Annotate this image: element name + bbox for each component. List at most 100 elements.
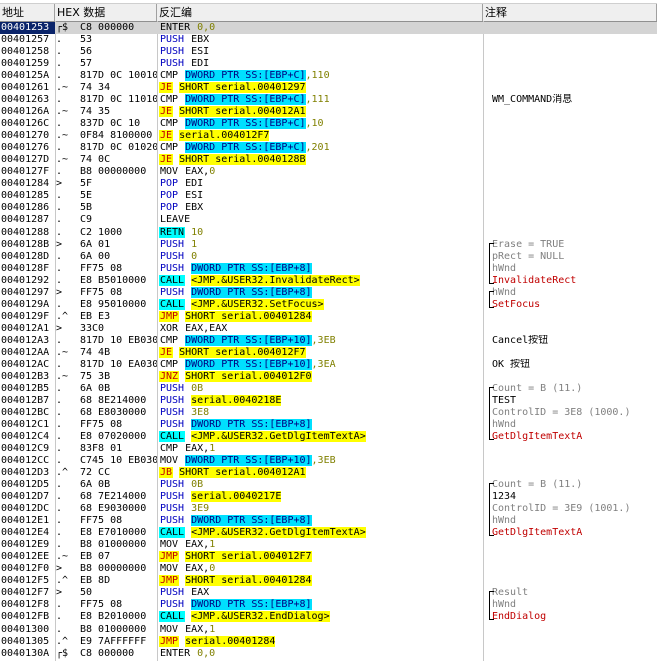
row-hex-bytes[interactable]: 817D 0C 11010 xyxy=(80,94,157,106)
instruction-row[interactable]: 004012C1. FF75 08 PUSH DWORD PTR SS:[EBP+8… xyxy=(0,418,657,431)
row-address[interactable]: 004012F5 xyxy=(0,575,55,587)
row-address[interactable]: 00401288 xyxy=(0,227,55,239)
instruction-row[interactable]: 0040126C. 837D 0C 10 CMP DWORD PTR SS:[EBP… xyxy=(0,118,657,130)
row-address[interactable]: 00401258 xyxy=(0,46,55,58)
row-hex-bytes[interactable]: 5B xyxy=(80,202,157,214)
row-disassembly[interactable]: CMP DWORD PTR SS:[EBP+C],111 xyxy=(159,94,482,106)
row-hex-bytes[interactable]: 817D 0C 01020 xyxy=(80,142,157,154)
instruction-row[interactable]: 004012E4. E8 E7010000 CALL <JMP.&USER32.Ge… xyxy=(0,527,657,539)
row-disassembly[interactable]: JE SHORT serial.004012F7 xyxy=(159,346,482,359)
row-disassembly[interactable]: PUSH 3E9 xyxy=(159,503,482,515)
row-hex-bytes[interactable]: 74 34 xyxy=(80,82,157,94)
row-disassembly[interactable]: POP ESI xyxy=(159,190,482,202)
row-hex-bytes[interactable]: 57 xyxy=(80,58,157,70)
row-disassembly[interactable]: JE serial.004012F7 xyxy=(159,130,482,142)
row-address[interactable]: 00401261 xyxy=(0,82,55,94)
row-hex-bytes[interactable]: B8 00000000 xyxy=(80,166,157,178)
row-address[interactable]: 0040128B xyxy=(0,239,55,251)
row-disassembly[interactable]: PUSH EAX xyxy=(159,587,482,599)
row-hex-bytes[interactable]: 6A 01 xyxy=(80,239,157,251)
instruction-row[interactable]: 004012F7 >50 PUSH EAX Result xyxy=(0,587,657,599)
row-disassembly[interactable]: CMP EAX,1 xyxy=(159,443,482,455)
instruction-row[interactable]: 0040129A. E8 95010000 CALL <JMP.&USER32.Se… xyxy=(0,298,657,311)
row-hex-bytes[interactable]: E8 95010000 xyxy=(80,299,157,311)
row-comment[interactable]: WM_COMMAND消息 xyxy=(492,94,657,106)
row-hex-bytes[interactable]: 74 4B xyxy=(80,347,157,359)
row-disassembly[interactable]: PUSH 1 xyxy=(159,239,482,251)
row-address[interactable]: 0040130A xyxy=(0,648,55,660)
instruction-row[interactable]: 004012EE .~ EB 07 JMP SHORT serial.004012F7 xyxy=(0,551,657,563)
row-address[interactable]: 004012A3 xyxy=(0,335,55,347)
row-disassembly[interactable]: LEAVE xyxy=(159,214,482,226)
row-address[interactable]: 00401287 xyxy=(0,214,55,226)
row-disassembly[interactable]: CMP DWORD PTR SS:[EBP+C],110 xyxy=(159,70,482,82)
row-disassembly[interactable]: JMP SHORT serial.00401284 xyxy=(159,310,482,323)
row-hex-bytes[interactable]: 6A 0B xyxy=(80,479,157,491)
row-hex-bytes[interactable]: 68 7E214000 xyxy=(80,491,157,503)
instruction-row[interactable]: 004012A1 >33C0 XOR EAX,EAX xyxy=(0,323,657,335)
row-address[interactable]: 004012D3 xyxy=(0,467,55,479)
row-disassembly[interactable]: CALL <JMP.&USER32.EndDialog> xyxy=(159,611,482,623)
row-address[interactable]: 004012C4 xyxy=(0,431,55,443)
row-disassembly[interactable]: MOV EAX,0 xyxy=(159,563,482,575)
row-address[interactable]: 004012B3 xyxy=(0,371,55,383)
row-disassembly[interactable]: CMP DWORD PTR SS:[EBP+C],201 xyxy=(159,142,482,154)
instruction-row[interactable]: 00401259. 57 PUSH EDI xyxy=(0,58,657,70)
row-comment[interactable]: EndDialog xyxy=(492,611,657,623)
row-hex-bytes[interactable]: B8 01000000 xyxy=(80,624,157,636)
row-hex-bytes[interactable]: FF75 08 xyxy=(80,599,157,611)
row-address[interactable]: 004012F0 xyxy=(0,563,55,575)
row-disassembly[interactable]: MOV EAX,1 xyxy=(159,624,482,636)
row-disassembly[interactable]: JE SHORT serial.00401297 xyxy=(159,82,482,94)
row-disassembly[interactable]: MOV EAX,1 xyxy=(159,539,482,551)
instruction-row[interactable]: 004012F8. FF75 08 PUSH DWORD PTR SS:[EBP+8… xyxy=(0,599,657,611)
row-comment[interactable]: ControlID = 3E9 (1001.) xyxy=(492,503,657,515)
instruction-row[interactable]: 004012E1. FF75 08 PUSH DWORD PTR SS:[EBP+8… xyxy=(0,515,657,527)
row-disassembly[interactable]: CMP DWORD PTR SS:[EBP+C],10 xyxy=(159,118,482,130)
instruction-row[interactable]: 00401270 .~ 0F84 8100000 JE serial.004012F7 xyxy=(0,130,657,142)
row-hex-bytes[interactable]: 72 CC xyxy=(80,467,157,479)
row-comment[interactable]: Cancel按钮 xyxy=(492,335,657,347)
row-comment[interactable]: InvalidateRect xyxy=(492,275,657,287)
instruction-row[interactable]: 004012BC. 68 E8030000 PUSH 3E8 ControlID = … xyxy=(0,407,657,419)
row-disassembly[interactable]: POP EDI xyxy=(159,178,482,190)
row-address[interactable]: 00401253 xyxy=(0,22,55,34)
row-address[interactable]: 00401257 xyxy=(0,34,55,46)
row-comment[interactable]: hWnd xyxy=(492,263,657,275)
row-hex-bytes[interactable]: EB E3 xyxy=(80,311,157,323)
row-address[interactable]: 004012E1 xyxy=(0,515,55,527)
row-hex-bytes[interactable]: 5F xyxy=(80,178,157,190)
instruction-row[interactable]: 0040126A .~ 74 35 JE SHORT serial.004012A1 xyxy=(0,106,657,118)
instruction-row[interactable]: 004012A3. 817D 10 EB030 CMP DWORD PTR SS:[… xyxy=(0,334,657,347)
row-disassembly[interactable]: PUSH EBX xyxy=(159,34,482,46)
row-hex-bytes[interactable]: 6A 0B xyxy=(80,383,157,395)
row-hex-bytes[interactable]: 56 xyxy=(80,46,157,58)
row-disassembly[interactable]: PUSH 0B xyxy=(159,479,482,491)
row-hex-bytes[interactable]: E8 07020000 xyxy=(80,431,157,443)
row-hex-bytes[interactable]: EB 07 xyxy=(80,551,157,563)
row-hex-bytes[interactable]: E8 B2010000 xyxy=(80,611,157,623)
row-comment[interactable]: Count = B (11.) xyxy=(492,479,657,491)
row-disassembly[interactable]: JMP SHORT serial.004012F7 xyxy=(159,551,482,563)
row-address[interactable]: 004012AC xyxy=(0,359,55,371)
instruction-row[interactable]: 0040127D .~ 74 0C JE SHORT serial.0040128B xyxy=(0,154,657,166)
instruction-row[interactable]: 004012D5. 6A 0B PUSH 0B Count = B (11.) xyxy=(0,479,657,491)
instruction-row[interactable]: 0040128B >6A 01 PUSH 1 Erase = TRUE xyxy=(0,239,657,251)
instruction-row[interactable]: 00401261 .~ 74 34 JE SHORT serial.00401297 xyxy=(0,82,657,94)
row-hex-bytes[interactable]: 68 E9030000 xyxy=(80,503,157,515)
row-disassembly[interactable]: JMP serial.00401284 xyxy=(159,635,482,648)
row-address[interactable]: 004012DC xyxy=(0,503,55,515)
row-hex-bytes[interactable]: 68 E8030000 xyxy=(80,407,157,419)
row-address[interactable]: 0040125A xyxy=(0,70,55,82)
row-address[interactable]: 0040126C xyxy=(0,118,55,130)
row-address[interactable]: 00401263 xyxy=(0,94,55,106)
row-disassembly[interactable]: CALL <JMP.&USER32.GetDlgItemTextA> xyxy=(159,431,482,443)
row-comment[interactable]: pRect = NULL xyxy=(492,251,657,263)
row-disassembly[interactable]: PUSH EDI xyxy=(159,58,482,70)
row-hex-bytes[interactable]: 74 0C xyxy=(80,154,157,166)
row-hex-bytes[interactable]: 83F8 01 xyxy=(80,443,157,455)
row-disassembly[interactable]: PUSH 0 xyxy=(159,251,482,263)
row-disassembly[interactable]: PUSH ESI xyxy=(159,46,482,58)
row-hex-bytes[interactable]: 817D 0C 10010 xyxy=(80,70,157,82)
row-address[interactable]: 00401259 xyxy=(0,58,55,70)
